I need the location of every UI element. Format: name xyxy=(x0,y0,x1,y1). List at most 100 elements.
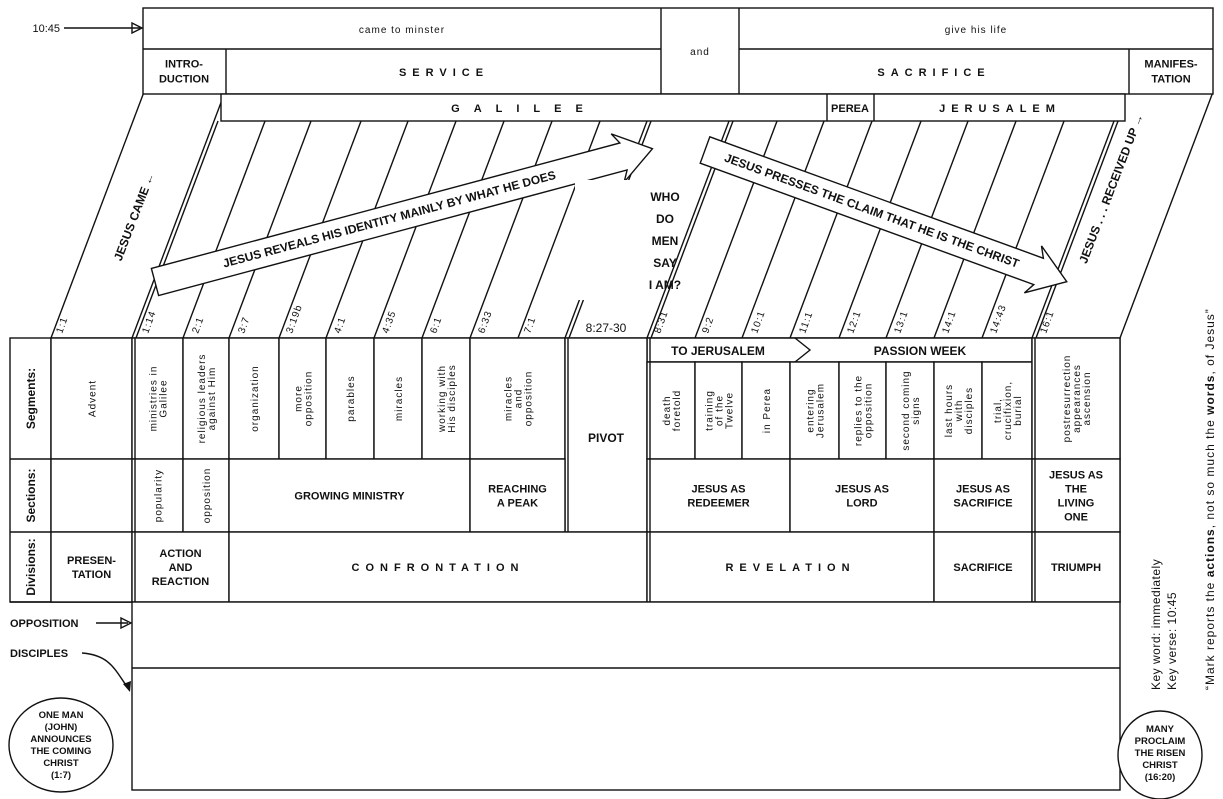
section-label-line: JESUS AS xyxy=(1049,470,1103,482)
reference-label: 10:1 xyxy=(749,309,767,335)
division-label: SACRIFICE xyxy=(953,562,1012,574)
section-label-line: LIVING xyxy=(1058,498,1095,510)
arrow-right-icon xyxy=(64,21,144,35)
division-label-line: AND xyxy=(169,562,193,574)
quote-part: “Mark reports the xyxy=(1203,577,1217,690)
section-label-line: JESUS AS xyxy=(956,484,1010,496)
jesus-came-label: JESUS CAME ← xyxy=(111,170,158,262)
identity-by-deeds-arrow-label: JESUS REVEALS HIS IDENTITY MAINLY BY WHA… xyxy=(221,168,557,271)
who-do-men-say-line: DO xyxy=(656,212,674,226)
reference-label: 2:1 xyxy=(190,315,206,335)
section-cell xyxy=(789,458,935,533)
claim-christ-arrow-label: JESUS PRESSES THE CLAIM THAT HE IS THE C… xyxy=(723,151,1022,271)
segment-label-line: Twelve xyxy=(725,392,736,429)
opposition-label: OPPOSITION xyxy=(10,618,79,630)
section-label-line: ONE xyxy=(1064,512,1088,524)
survey-table: Segments: Sections: Divisions: TO JERUSALEM… xyxy=(8,337,1203,799)
segment-label: Advent xyxy=(88,380,99,417)
segment-label: death foretold xyxy=(662,390,683,431)
division-label-line: TATION xyxy=(72,569,111,581)
jerusalem-label: JERUSALEM xyxy=(939,103,1061,115)
segment-label: working with His disciples xyxy=(437,364,458,433)
band-edge-line xyxy=(131,93,225,339)
segment-label-line: organization xyxy=(250,365,261,431)
curved-arrow-icon xyxy=(81,652,129,689)
reference-label: 1:14 xyxy=(140,309,158,335)
who-do-men-say-line: SAY xyxy=(653,256,677,270)
give-his-life-label: give his life xyxy=(945,25,1007,36)
section-label: popularity xyxy=(154,469,165,522)
segment-label-line: signs xyxy=(911,396,922,424)
quote-part: words xyxy=(1203,375,1217,416)
row-label-divisions: Divisions: xyxy=(24,538,38,595)
segment-label: entering Jerusalem xyxy=(806,383,827,438)
key-verse-ref-label: 10:45 xyxy=(32,23,60,35)
segment-label-line: against Him xyxy=(207,367,218,431)
opposition-disciples-area xyxy=(131,601,1121,791)
row-label-sections: Sections: xyxy=(24,468,38,522)
one-man-circle-line: CHRIST xyxy=(43,758,79,769)
many-proclaim-circle-line: CHRIST xyxy=(1142,760,1178,771)
jesus-received-up-label: JESUS . . . RECEIVED UP → xyxy=(1076,112,1146,266)
passion-week-label: PASSION WEEK xyxy=(874,344,967,358)
segment-label-line: His disciples xyxy=(447,364,458,433)
reference-label: 3:7 xyxy=(236,315,252,335)
division-label-line: TRIUMPH xyxy=(1051,562,1101,574)
reference-label: 3:19b xyxy=(284,303,305,335)
reference-label: 4:1 xyxy=(332,315,348,335)
section-cell xyxy=(469,458,566,533)
segment-label: miracles xyxy=(394,376,405,421)
one-man-circle-line: (1:7) xyxy=(51,770,71,781)
division-label-line: SACRIFICE xyxy=(953,562,1012,574)
reference-label: 8:27-30 xyxy=(586,321,627,335)
reference-label: 1:1 xyxy=(54,315,70,335)
section-label-line: GROWING MINISTRY xyxy=(294,491,405,503)
reference-divider-line xyxy=(421,120,505,339)
key-verse-label: Key verse: 10:45 xyxy=(1165,592,1179,690)
reference-label: 8:31 xyxy=(652,309,670,335)
section-label-line: JESUS AS xyxy=(835,484,889,496)
section-cell xyxy=(933,458,1033,533)
segment-label: in Perea xyxy=(762,388,773,433)
division-label-line: REVELATION xyxy=(725,562,855,574)
section-label-line: SACRIFICE xyxy=(953,498,1012,510)
segment-label-line: parables xyxy=(346,375,357,421)
question-bg xyxy=(575,180,645,300)
one-man-circle-line: ANNOUNCES xyxy=(30,734,91,745)
who-do-men-say-line: MEN xyxy=(652,234,679,248)
division-label-line: PRESEN- xyxy=(67,555,116,567)
quote-part: , not so much the xyxy=(1203,415,1217,528)
mark-quote: “Mark reports the actions, not so much t… xyxy=(1203,308,1217,690)
manifestation-label-line: MANIFES- xyxy=(1144,59,1198,71)
one-man-circle-line: (JOHN) xyxy=(45,722,78,733)
section-label-line: REACHING xyxy=(488,484,547,496)
section-label: opposition xyxy=(202,468,213,524)
division-label-line: ACTION xyxy=(159,548,201,560)
section-label-line: opposition xyxy=(202,468,213,524)
galilee-label: GALILEE xyxy=(451,103,597,115)
segment-label: replies to the opposition xyxy=(854,375,875,446)
introduction-label-line: DUCTION xyxy=(159,74,209,86)
who-do-men-say-line: I AM? xyxy=(649,278,681,292)
header-frame xyxy=(142,7,1214,95)
key-word-label: Key word: immediately xyxy=(1149,559,1163,690)
segment-label-line: opposition xyxy=(304,371,315,427)
reference-divider-line xyxy=(469,120,553,339)
reference-divider-line xyxy=(981,120,1065,339)
row-label-segments: Segments: xyxy=(24,368,38,429)
double-edge-line xyxy=(1035,120,1119,339)
reference-label: 14:43 xyxy=(988,303,1009,335)
reference-label: 11:1 xyxy=(797,310,815,335)
many-proclaim-circle-line: THE RISEN xyxy=(1135,748,1186,759)
division-label-line: CONFRONTATION xyxy=(352,562,525,574)
section-label-line: THE xyxy=(1065,484,1087,496)
disciples-label: DISCIPLES xyxy=(10,648,68,660)
band-edge-line xyxy=(1031,93,1125,339)
introduction-label-line: INTRO- xyxy=(165,59,203,71)
pivot-label: PIVOT xyxy=(588,431,625,445)
division-label: REVELATION xyxy=(725,562,855,574)
section-cell xyxy=(646,458,791,533)
section-label-line: REDEEMER xyxy=(687,498,749,510)
division-label-line: REACTION xyxy=(152,576,210,588)
mark-survey-diagram: came to minster and give his life INTRO- DUC… xyxy=(8,7,1217,799)
